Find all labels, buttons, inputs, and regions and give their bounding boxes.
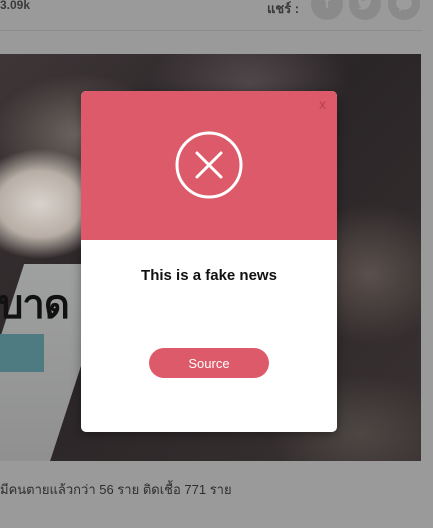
modal-header: x [81, 91, 337, 240]
x-circle-icon [175, 131, 243, 199]
close-button[interactable]: x [319, 97, 326, 111]
fake-news-modal: x This is a fake news Source [81, 91, 337, 432]
source-button[interactable]: Source [149, 348, 269, 378]
modal-message: This is a fake news [141, 267, 277, 284]
